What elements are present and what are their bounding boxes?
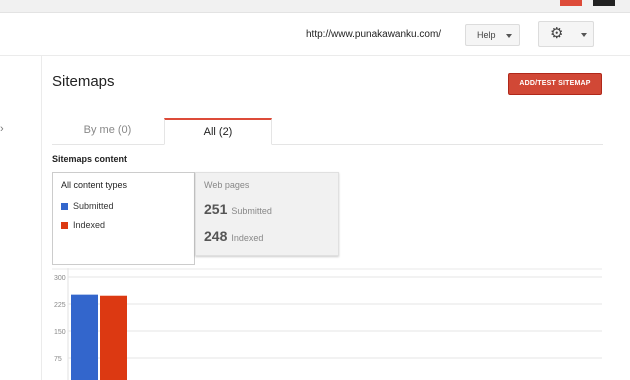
chart-svg: 300 225 150 75	[52, 268, 602, 380]
y-tick-label: 300	[54, 275, 66, 282]
top-red-block[interactable]	[560, 0, 582, 6]
sitemap-chart: 300 225 150 75	[44, 268, 604, 380]
top-dark-block[interactable]	[593, 0, 615, 6]
help-label: Help	[477, 30, 496, 40]
tab-by-me[interactable]: By me (0)	[52, 118, 163, 145]
legend-label: Submitted	[73, 201, 114, 211]
stat-label: Indexed	[231, 233, 264, 243]
stat-label: Submitted	[231, 206, 272, 216]
stat-indexed: 248 Indexed	[204, 228, 263, 246]
y-tick-label: 75	[54, 356, 62, 363]
web-pages-stats: Web pages 251 Submitted 248 Indexed	[195, 172, 339, 256]
chevron-down-icon	[506, 34, 512, 38]
y-tick-label: 225	[54, 302, 66, 309]
top-bar	[0, 0, 630, 13]
sidebar-divider	[41, 56, 42, 380]
chevron-down-icon	[581, 33, 587, 37]
legend-item-indexed[interactable]: Indexed	[61, 220, 105, 230]
add-test-sitemap-button[interactable]: ADD/TEST SITEMAP	[508, 73, 602, 95]
indexed-swatch	[61, 221, 68, 229]
y-tick-label: 150	[54, 329, 66, 336]
settings-button[interactable]: ⚙	[538, 21, 594, 47]
legend-item-submitted[interactable]: Submitted	[61, 201, 114, 211]
stat-value: 251	[204, 201, 228, 217]
help-button[interactable]: Help	[465, 24, 520, 46]
page-title: Sitemaps	[52, 73, 115, 90]
bar-submitted[interactable]	[71, 294, 98, 380]
content-type-legend[interactable]: All content types Submitted Indexed	[52, 172, 195, 265]
stats-heading: Web pages	[204, 180, 250, 190]
submitted-swatch	[61, 202, 68, 210]
stat-value: 248	[204, 228, 228, 244]
legend-heading[interactable]: All content types	[61, 180, 127, 190]
site-url[interactable]: http://www.punakawanku.com/	[306, 29, 441, 40]
header-divider	[0, 55, 630, 56]
legend-label: Indexed	[73, 220, 106, 230]
tab-all[interactable]: All (2)	[164, 118, 272, 145]
bar-indexed[interactable]	[100, 295, 127, 380]
section-title: Sitemaps content	[52, 154, 128, 164]
stat-submitted: 251 Submitted	[204, 201, 272, 219]
gear-icon: ⚙	[550, 25, 564, 42]
chevron-right-icon[interactable]: ›	[0, 123, 4, 135]
